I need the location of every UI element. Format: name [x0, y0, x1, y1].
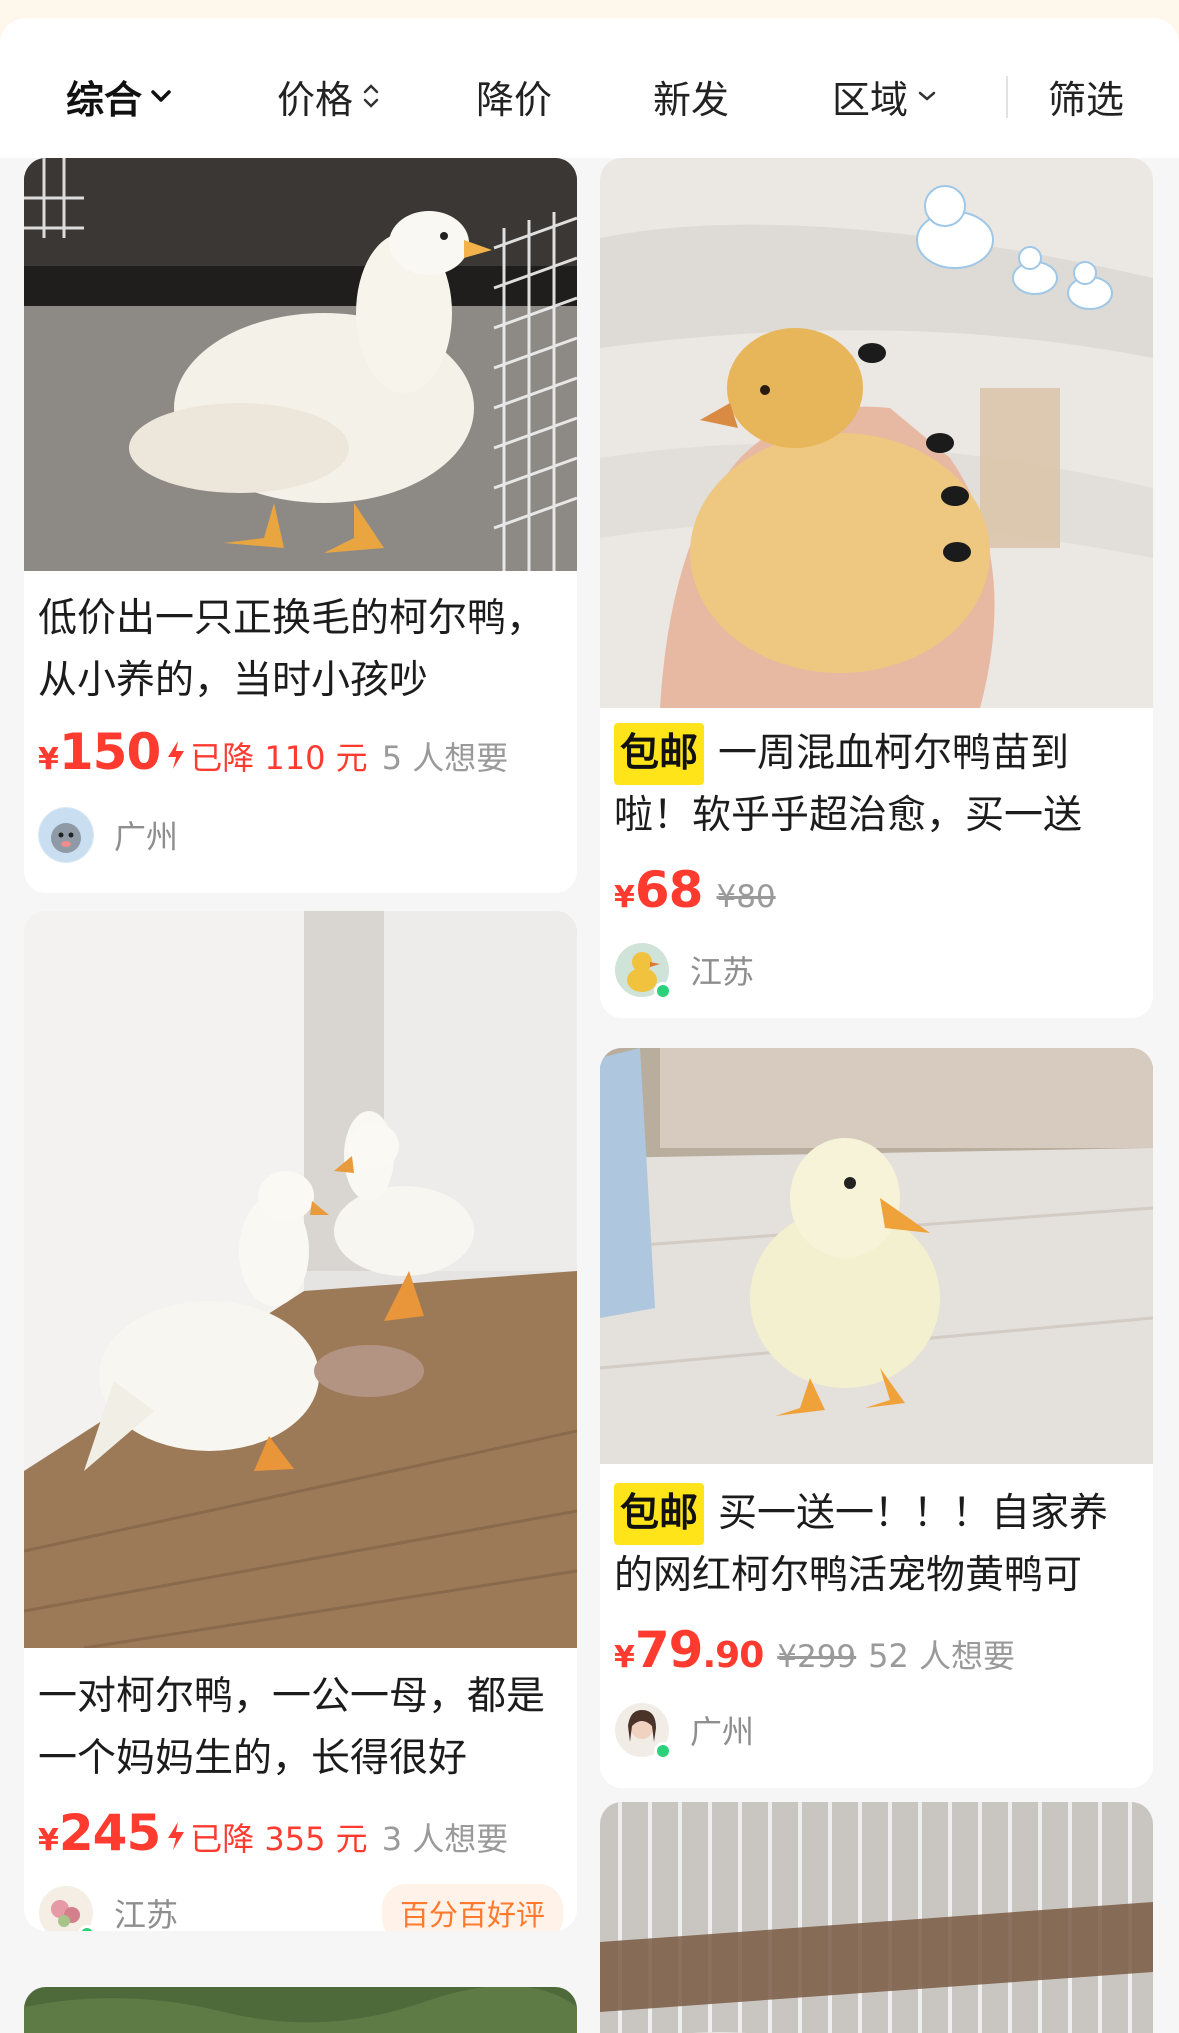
price-drop-text: 已降 355 元 — [190, 1820, 368, 1858]
listing-title: 包邮 买一送一！！！自家养的网红柯尔鸭活宠物黄鸭可 — [614, 1483, 1143, 1607]
listing-photo — [600, 1048, 1153, 1464]
listing-title: 一对柯尔鸭，一公一母，都是一个妈妈生的，长得很好 — [38, 1674, 546, 1781]
sort-newest[interactable]: 新发 — [653, 58, 729, 134]
app-page: 综合 价格 降价 新发 区域 筛选 低价出一只正换毛的柯尔鸭，从小养的，当时小孩… — [0, 0, 1179, 2033]
price-row: ¥ 68 ¥80 — [614, 861, 1143, 925]
seal-avatar-icon — [39, 808, 93, 862]
want-count: 3 人想要 — [381, 1820, 509, 1858]
sort-newest-label: 新发 — [653, 77, 730, 122]
seller-region: 江苏 — [690, 953, 755, 991]
good-rating-tag: 百分百好评 — [381, 1884, 563, 1931]
sort-region-label: 区域 — [832, 77, 909, 122]
listing-photo — [600, 1802, 1153, 2033]
listing-price: 79.90 — [634, 1621, 764, 1679]
seller-row: 广州 — [614, 1698, 1139, 1762]
listing-photo — [24, 911, 577, 1648]
listing-price: 150 — [58, 723, 161, 781]
seller-region: 广州 — [114, 818, 179, 856]
sort-price-label: 价格 — [277, 77, 354, 122]
avatar[interactable] — [38, 807, 94, 863]
original-price: ¥299 — [777, 1639, 857, 1675]
lightning-icon — [168, 741, 185, 769]
filter-button[interactable]: 筛选 — [1048, 58, 1124, 134]
currency-symbol: ¥ — [38, 742, 59, 777]
listing-photo — [600, 158, 1153, 708]
listing-card[interactable]: 低价出一只正换毛的柯尔鸭，从小养的，当时小孩吵 ¥ 150 已降 110 元 5… — [24, 158, 577, 893]
sort-comprehensive[interactable]: 综合 — [66, 58, 172, 134]
chevron-down-icon — [151, 90, 171, 102]
listing-card[interactable]: 包邮 一周混血柯尔鸭苗到啦！软乎乎超治愈，买一送 ¥ 68 ¥80 江苏 — [600, 158, 1153, 1018]
listing-price-integer: 79 — [634, 1621, 704, 1679]
listing-price-decimal: .90 — [702, 1635, 764, 1676]
listing-price: 245 — [58, 1804, 161, 1862]
price-row: ¥ 79.90 ¥299 52 人想要 — [614, 1621, 1143, 1685]
listing-photo — [24, 158, 577, 571]
listing-card[interactable] — [24, 1987, 577, 2033]
sort-bar: 综合 价格 降价 新发 区域 筛选 — [0, 18, 1179, 158]
sort-price[interactable]: 价格 — [277, 58, 381, 134]
want-count: 52 人想要 — [868, 1637, 1016, 1675]
avatar[interactable] — [614, 942, 672, 1000]
seller-row: 江苏 百分百好评 — [38, 1881, 563, 1931]
chevron-down-icon — [918, 91, 936, 101]
sort-region[interactable]: 区域 — [832, 58, 938, 134]
seller-region: 广州 — [690, 1713, 755, 1751]
listing-card[interactable]: 包邮 买一送一！！！自家养的网红柯尔鸭活宠物黄鸭可 ¥ 79.90 ¥299 52… — [600, 1048, 1153, 1788]
listing-title: 低价出一只正换毛的柯尔鸭，从小养的，当时小孩吵 — [38, 596, 546, 703]
currency-symbol: ¥ — [614, 1640, 635, 1675]
online-indicator — [654, 1742, 672, 1760]
sort-price-drop[interactable]: 降价 — [476, 58, 552, 134]
listing-price: 68 — [634, 861, 704, 919]
online-indicator — [654, 982, 672, 1000]
free-shipping-badge: 包邮 — [614, 1483, 705, 1545]
avatar[interactable] — [38, 1885, 96, 1931]
free-shipping-badge: 包邮 — [614, 723, 705, 785]
currency-symbol: ¥ — [614, 880, 635, 915]
listing-title: 包邮 一周混血柯尔鸭苗到啦！软乎乎超治愈，买一送 — [614, 723, 1143, 847]
filter-label: 筛选 — [1048, 77, 1125, 122]
listing-photo — [24, 1987, 577, 2033]
price-row: ¥ 150 已降 110 元 5 人想要 — [38, 723, 567, 787]
seller-row: 江苏 — [614, 938, 1139, 1002]
sort-price-drop-label: 降价 — [476, 77, 553, 122]
original-price: ¥80 — [716, 879, 776, 915]
sort-divider — [1006, 76, 1008, 118]
sort-updown-icon — [363, 84, 379, 108]
want-count: 5 人想要 — [381, 739, 509, 777]
sort-comprehensive-label: 综合 — [66, 77, 143, 122]
lightning-icon — [168, 1822, 185, 1850]
listing-card[interactable]: 一对柯尔鸭，一公一母，都是一个妈妈生的，长得很好 ¥ 245 已降 355 元 … — [24, 911, 577, 1931]
currency-symbol: ¥ — [38, 1823, 59, 1858]
seller-region: 江苏 — [114, 1896, 179, 1931]
price-drop-text: 已降 110 元 — [190, 739, 368, 777]
avatar[interactable] — [614, 1702, 672, 1760]
seller-row: 广州 — [38, 803, 563, 867]
listing-card[interactable] — [600, 1802, 1153, 2033]
price-row: ¥ 245 已降 355 元 3 人想要 — [38, 1804, 567, 1868]
